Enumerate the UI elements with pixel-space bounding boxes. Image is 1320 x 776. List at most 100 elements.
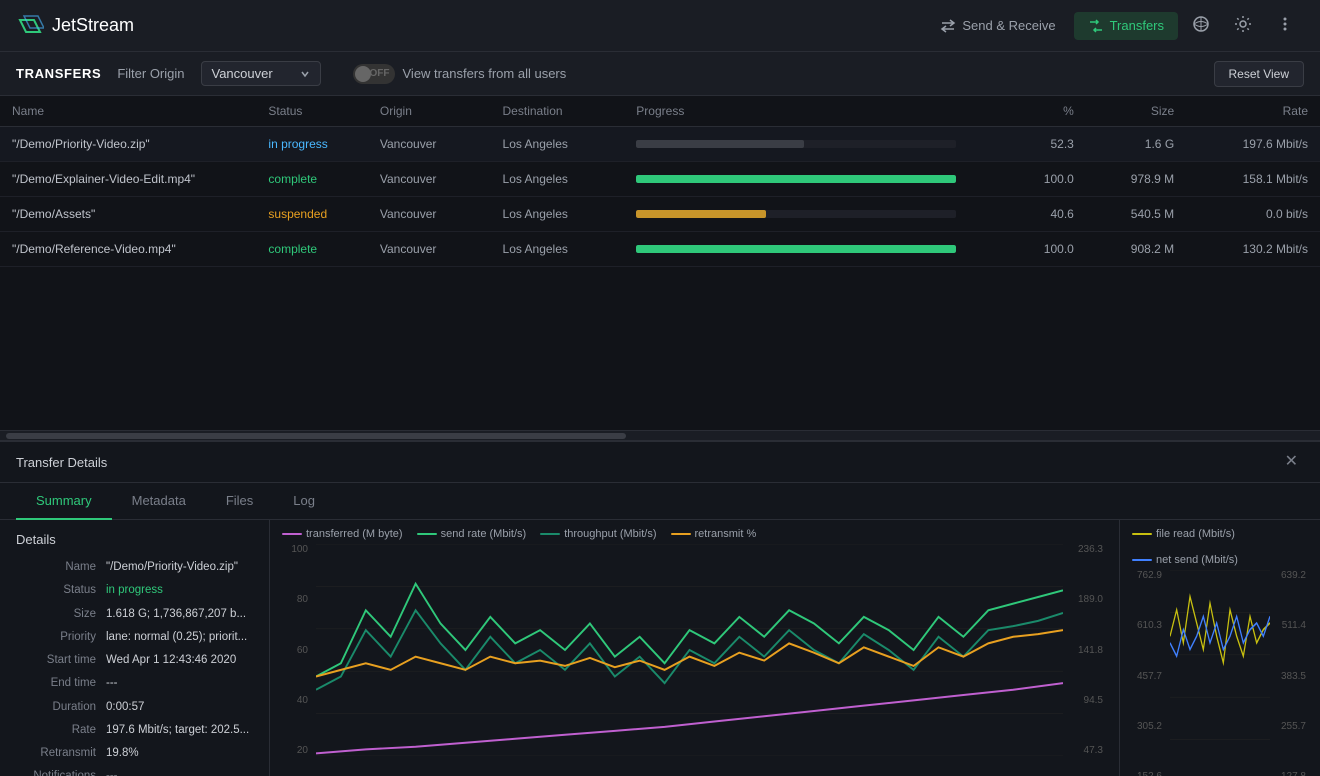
tab-log[interactable]: Log <box>273 483 335 520</box>
y-right-label-2: 141.8 <box>1067 645 1103 656</box>
detail-value: --- <box>106 768 253 776</box>
detail-value: "/Demo/Priority-Video.zip" <box>106 559 253 576</box>
connect-icon <box>1192 15 1210 33</box>
more-icon <box>1276 15 1294 33</box>
detail-row: Priority lane: normal (0.25); priorit... <box>16 629 253 646</box>
cell-rate: 0.0 bit/s <box>1186 197 1320 232</box>
cell-destination: Los Angeles <box>491 197 625 232</box>
table-row[interactable]: "/Demo/Priority-Video.zip" in progress V… <box>0 127 1320 162</box>
y-label-60: 60 <box>282 645 308 656</box>
y-right-label-3: 94.5 <box>1067 695 1103 706</box>
progress-bar-bg <box>636 245 956 253</box>
cell-rate: 197.6 Mbit/s <box>1186 127 1320 162</box>
detail-key: Rate <box>16 722 106 739</box>
details-panel-title: Transfer Details <box>16 455 107 470</box>
cell-status: complete <box>256 232 367 267</box>
progress-bar-fill <box>636 175 956 183</box>
cell-status: complete <box>256 162 367 197</box>
cell-origin: Vancouver <box>368 162 491 197</box>
side-yr-3: 255.7 <box>1272 721 1306 732</box>
main-chart-svg <box>316 544 1063 756</box>
filter-origin-select[interactable]: Vancouver <box>201 61 321 86</box>
main-chart-container: 100 80 60 40 20 236.3 189.0 141.8 94.5 4… <box>282 544 1107 756</box>
progress-bar-fill <box>636 140 803 148</box>
col-header-pct: % <box>1008 96 1086 127</box>
side-y-3: 305.2 <box>1132 721 1162 732</box>
side-y-4: 152.6 <box>1132 771 1162 776</box>
tab-metadata[interactable]: Metadata <box>112 483 206 520</box>
y-right-label-1: 189.0 <box>1067 594 1103 605</box>
transfers-table-area: Name Status Origin Destination Progress … <box>0 96 1320 430</box>
more-button[interactable] <box>1266 9 1304 42</box>
detail-key: Retransmit <box>16 745 106 762</box>
main-chart-svg-wrap <box>316 544 1063 756</box>
send-receive-button[interactable]: Send & Receive <box>926 12 1069 40</box>
col-header-name: Name <box>0 96 256 127</box>
legend-label: net send (Mbit/s) <box>1156 554 1238 566</box>
cell-progress <box>624 197 1008 232</box>
table-row[interactable]: "/Demo/Assets" suspended Vancouver Los A… <box>0 197 1320 232</box>
details-body: Details Name "/Demo/Priority-Video.zip" … <box>0 520 1320 776</box>
legend-label: send rate (Mbit/s) <box>441 528 527 540</box>
y-axis-side-right: 639.2 511.4 383.5 255.7 127.8 <box>1272 570 1306 776</box>
details-tabs: Summary Metadata Files Log <box>0 483 1320 520</box>
progress-bar-fill <box>636 210 766 218</box>
side-chart-legend: file read (Mbit/s) net send (Mbit/s) <box>1132 528 1308 566</box>
detail-row: Status in progress <box>16 582 253 599</box>
side-yr-1: 511.4 <box>1272 620 1306 631</box>
tab-files[interactable]: Files <box>206 483 273 520</box>
main-chart-legend: transferred (M byte) send rate (Mbit/s) … <box>282 528 1107 540</box>
toggle-description: View transfers from all users <box>403 66 567 81</box>
chevron-down-icon <box>300 69 310 79</box>
detail-row: Notifications --- <box>16 768 253 776</box>
reset-view-button[interactable]: Reset View <box>1214 61 1304 87</box>
y-label-40: 40 <box>282 695 308 706</box>
cell-progress <box>624 232 1008 267</box>
settings-button[interactable] <box>1224 9 1262 42</box>
cell-name: "/Demo/Explainer-Video-Edit.mp4" <box>0 162 256 197</box>
close-details-button[interactable]: ✕ <box>1279 452 1304 472</box>
app-logo: JetStream <box>16 12 134 40</box>
cell-progress <box>624 127 1008 162</box>
detail-value: 1.618 G; 1,736,867,207 b... <box>106 606 253 623</box>
detail-row: Name "/Demo/Priority-Video.zip" <box>16 559 253 576</box>
connect-button[interactable] <box>1182 9 1220 42</box>
legend-line <box>1132 533 1152 535</box>
legend-line <box>1132 559 1152 561</box>
topnav-actions: Send & Receive Transfers <box>926 9 1304 42</box>
table-header-row: Name Status Origin Destination Progress … <box>0 96 1320 127</box>
tab-summary[interactable]: Summary <box>16 483 112 520</box>
scroll-thumb <box>6 433 626 439</box>
toolbar: TRANSFERS Filter Origin Vancouver OFF Vi… <box>0 52 1320 96</box>
transfer-details-panel: Transfer Details ✕ Summary Metadata File… <box>0 440 1320 776</box>
detail-row: Retransmit 19.8% <box>16 745 253 762</box>
cell-status: in progress <box>256 127 367 162</box>
detail-value: --- <box>106 675 253 692</box>
detail-row: Size 1.618 G; 1,736,867,207 b... <box>16 606 253 623</box>
transfers-button[interactable]: Transfers <box>1074 12 1178 40</box>
table-row[interactable]: "/Demo/Reference-Video.mp4" complete Van… <box>0 232 1320 267</box>
side-chart: file read (Mbit/s) net send (Mbit/s) 762… <box>1120 520 1320 776</box>
detail-key: Start time <box>16 652 106 669</box>
legend-item: net send (Mbit/s) <box>1132 554 1238 566</box>
legend-item: send rate (Mbit/s) <box>417 528 527 540</box>
detail-key: Priority <box>16 629 106 646</box>
toggle-switch[interactable]: OFF <box>353 64 395 84</box>
app-name: JetStream <box>52 15 134 36</box>
cell-pct: 52.3 <box>1008 127 1086 162</box>
detail-key: Notifications <box>16 768 106 776</box>
cell-origin: Vancouver <box>368 127 491 162</box>
y-right-label-0: 236.3 <box>1067 544 1103 555</box>
legend-line <box>282 533 302 535</box>
charts-area: transferred (M byte) send rate (Mbit/s) … <box>270 520 1320 776</box>
cell-status: suspended <box>256 197 367 232</box>
table-row[interactable]: "/Demo/Explainer-Video-Edit.mp4" complet… <box>0 162 1320 197</box>
detail-value: Wed Apr 1 12:43:46 2020 <box>106 652 253 669</box>
gear-icon <box>1234 15 1252 33</box>
side-yr-4: 127.8 <box>1272 771 1306 776</box>
detail-value: in progress <box>106 582 253 599</box>
detail-row: End time --- <box>16 675 253 692</box>
horizontal-scrollbar[interactable] <box>0 430 1320 440</box>
progress-bar-bg <box>636 140 956 148</box>
view-all-users-toggle[interactable]: OFF View transfers from all users <box>353 64 567 84</box>
